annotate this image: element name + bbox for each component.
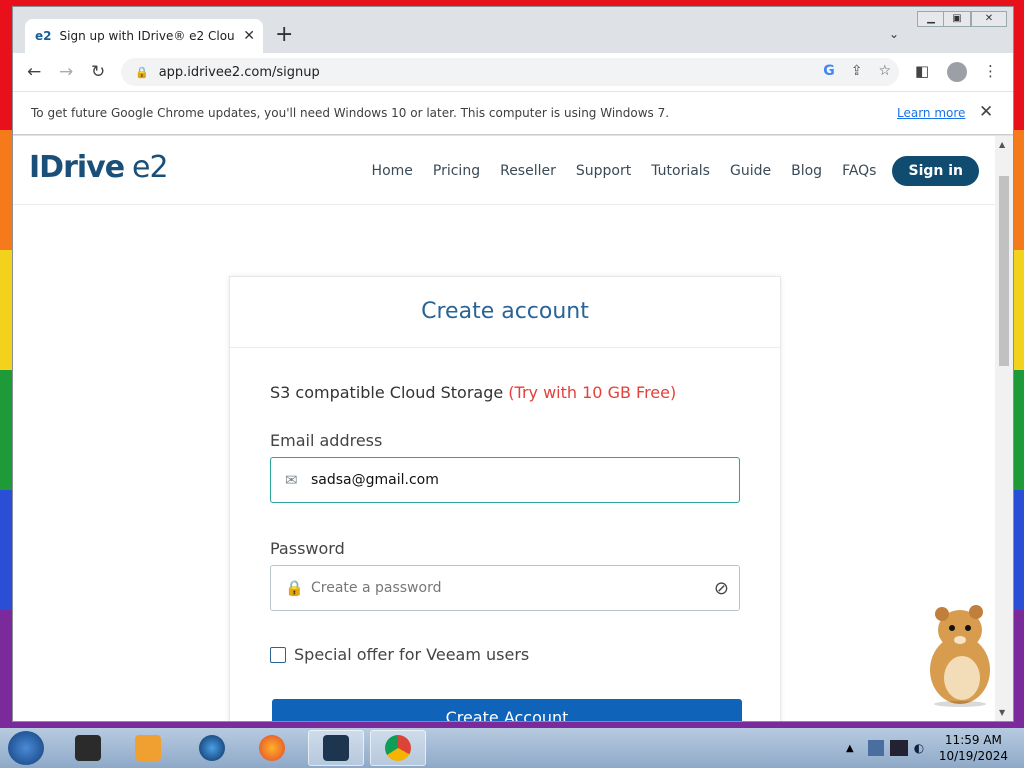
tray-network-icon[interactable] [889,740,908,756]
browser-tab[interactable]: e2 Sign up with IDrive® e2 Cloud St ✕ [25,19,263,53]
veeam-offer-checkbox[interactable] [270,646,286,663]
veeam-offer-row[interactable]: Special offer for Veeam users [270,645,529,664]
page-viewport: IDrive e2 Home Pricing Reseller Support T… [13,136,995,721]
url-text[interactable]: app.idrivee2.com/signup [159,65,320,80]
hide-password-eye-icon[interactable]: ⊘ [714,578,729,599]
tab-title: Sign up with IDrive® e2 Cloud St [59,29,236,43]
tab-strip: e2 Sign up with IDrive® e2 Cloud St ✕ + … [13,7,1013,53]
start-button-icon[interactable] [8,731,44,765]
learn-more-link[interactable]: Learn more [897,106,965,120]
nav-faqs[interactable]: FAQs [842,163,876,179]
site-favicon-icon: e2 [35,29,52,43]
taskbar-chrome-icon[interactable] [370,730,426,766]
tray-sync-icon[interactable]: ◐ [914,741,924,755]
nav-tutorials[interactable]: Tutorials [651,163,710,179]
google-icon[interactable]: G [823,63,835,79]
hamster-image [930,605,990,707]
reload-icon[interactable]: ↻ [91,62,105,82]
back-arrow-icon[interactable]: ← [27,62,41,82]
share-icon[interactable]: ⇪ [851,63,863,79]
close-window-button[interactable]: ✕ [971,11,1007,27]
password-field[interactable]: 🔒 Create a password ⊘ [270,565,740,611]
password-label: Password [270,539,345,558]
minimize-button[interactable]: ▁ [917,11,945,27]
tray-expand-icon[interactable]: ▲ [846,743,854,754]
nav-blog[interactable]: Blog [791,163,822,179]
site-header: IDrive e2 Home Pricing Reseller Support T… [13,136,995,205]
maximize-button[interactable]: ▣ [943,11,971,27]
free-trial-text: (Try with 10 GB Free) [508,383,677,402]
clock-time: 11:59 AM [944,733,1002,747]
infobar-close-icon[interactable]: ✕ [979,102,993,122]
clock-date: 10/19/2024 [938,749,1008,763]
bookmark-star-icon[interactable]: ☆ [878,63,891,79]
lock-icon: 🔒 [135,65,149,79]
email-label: Email address [270,431,383,450]
envelope-icon: ✉ [285,471,298,489]
tray-app-icon[interactable] [867,740,884,756]
new-tab-icon[interactable]: + [275,24,293,46]
tab-close-icon[interactable]: ✕ [243,28,255,44]
taskbar-app-media-icon[interactable] [60,730,116,766]
veeam-offer-label[interactable]: Special offer for Veeam users [294,645,529,664]
card-title: Create account [421,299,589,324]
signup-card: Create account S3 compatible Cloud Stora… [229,276,781,721]
scroll-thumb[interactable] [999,176,1009,366]
taskbar-app-player-icon[interactable] [120,730,176,766]
system-tray: ▲ ◐ 11:59 AM 10/19/2024 [840,728,1024,768]
nav-reseller[interactable]: Reseller [500,163,556,179]
nav-support[interactable]: Support [576,163,631,179]
infobar-message: To get future Google Chrome updates, you… [31,106,670,120]
email-field[interactable]: ✉ sadsa@gmail.com [270,457,740,503]
scroll-up-arrow-icon[interactable]: ▲ [999,140,1005,149]
address-bar[interactable]: 🔒 app.idrivee2.com/signup G ⇪ ☆ [121,58,899,86]
padlock-icon: 🔒 [285,579,304,597]
create-account-button[interactable]: Create Account [272,699,742,721]
windows-taskbar: ▲ ◐ 11:59 AM 10/19/2024 [0,728,1024,768]
taskbar-app-globe-icon[interactable] [184,730,240,766]
system-clock[interactable]: 11:59 AM 10/19/2024 [939,732,1008,764]
taskbar-app-monitor-icon[interactable] [308,730,364,766]
sign-in-button[interactable]: Sign in [892,156,979,186]
browser-toolbar: ← → ↻ 🔒 app.idrivee2.com/signup G ⇪ ☆ ◧ … [13,53,1013,91]
email-value[interactable]: sadsa@gmail.com [311,472,439,488]
nav-pricing[interactable]: Pricing [433,163,480,179]
profile-avatar[interactable] [947,62,967,86]
nav-home[interactable]: Home [372,163,413,179]
password-placeholder[interactable]: Create a password [311,580,441,596]
promo-text: S3 compatible Cloud Storage (Try with 10… [270,383,677,402]
chrome-window: e2 Sign up with IDrive® e2 Cloud St ✕ + … [12,6,1014,722]
tab-search-chevron-icon[interactable]: ⌄ [889,27,899,41]
taskbar-firefox-icon[interactable] [244,730,300,766]
forward-arrow-icon[interactable]: → [59,62,73,82]
idrive-e2-logo[interactable]: IDrive e2 [29,150,169,185]
scroll-down-arrow-icon[interactable]: ▼ [999,708,1005,717]
menu-kebab-icon[interactable]: ⋮ [983,62,998,80]
divider [230,347,780,348]
main-nav: Home Pricing Reseller Support Tutorials … [352,156,979,186]
side-panel-icon[interactable]: ◧ [915,62,929,80]
update-infobar: To get future Google Chrome updates, you… [13,91,1013,135]
nav-guide[interactable]: Guide [730,163,771,179]
